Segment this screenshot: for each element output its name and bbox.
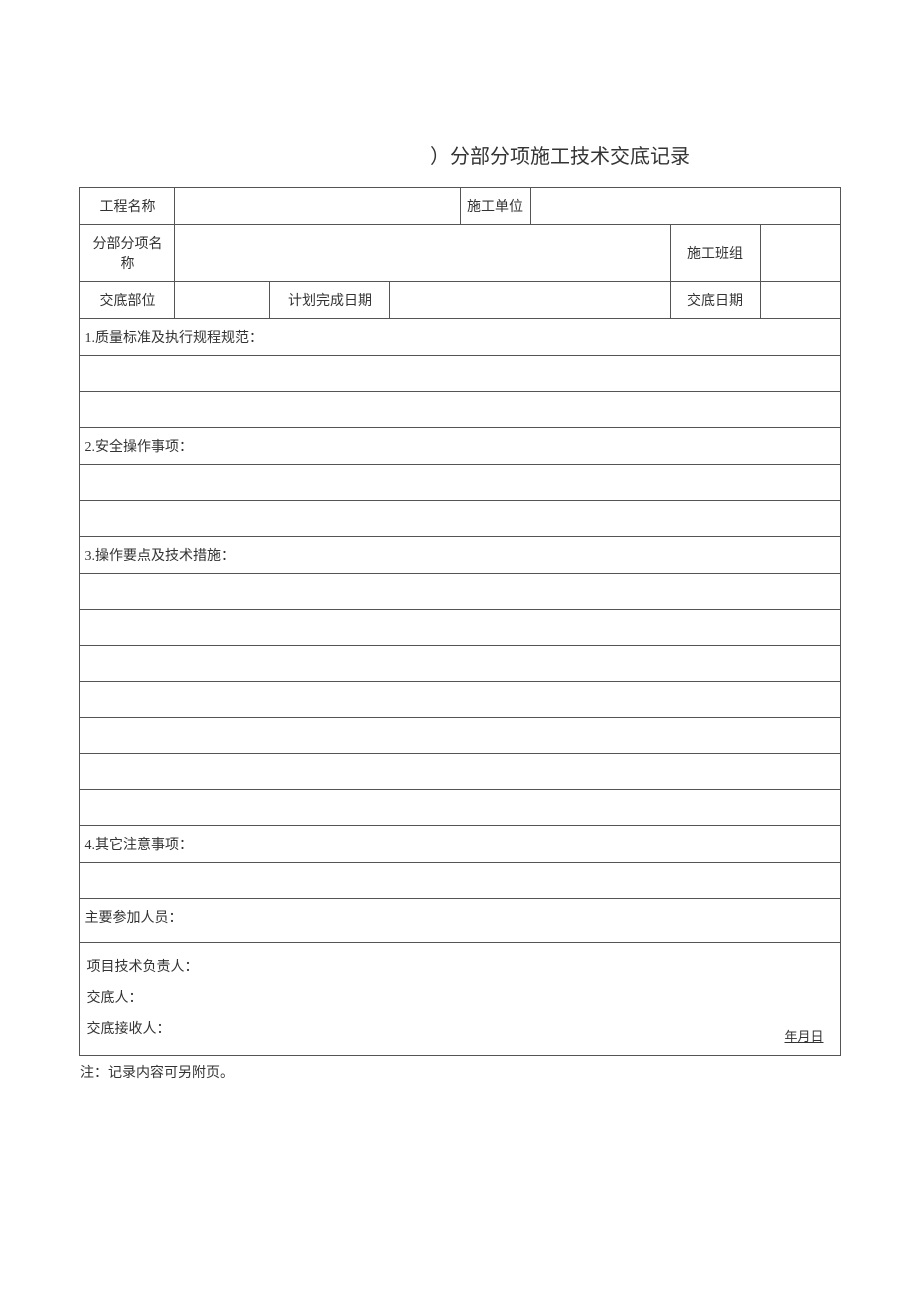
section-3-row: [80, 718, 840, 754]
value-construction-unit: [530, 188, 840, 225]
form-table: 工程名称 施工单位 分部分项名称 施工班组 交底部位 计划完成日期 交底日期 1…: [79, 187, 840, 1056]
label-project-name: 工程名称: [80, 188, 175, 225]
section-2-row: [80, 465, 840, 501]
tech-lead-label: 项目技术负责人：: [86, 953, 835, 984]
label-planned-date: 计划完成日期: [270, 282, 390, 319]
label-disclosure-part: 交底部位: [80, 282, 175, 319]
section-2-row: [80, 501, 840, 537]
section-3-row: [80, 610, 840, 646]
section-3-row: [80, 646, 840, 682]
section-4-row: [80, 863, 840, 899]
header-row-3: 交底部位 计划完成日期 交底日期: [80, 282, 840, 319]
section-1-row: [80, 356, 840, 392]
label-subitem-name: 分部分项名称: [80, 225, 175, 282]
footnote: 注：记录内容可另附页。: [80, 1062, 840, 1082]
participants-heading: 主要参加人员：: [80, 899, 840, 943]
receiver-label: 交底接收人：: [86, 1015, 835, 1046]
label-construction-unit: 施工单位: [460, 188, 530, 225]
value-disclosure-part: [175, 282, 270, 319]
section-4-heading: 4.其它注意事项：: [80, 826, 840, 863]
signature-date: 年月日: [785, 1023, 824, 1052]
section-3-heading: 3.操作要点及技术措施：: [80, 537, 840, 574]
header-row-2: 分部分项名称 施工班组: [80, 225, 840, 282]
section-3-row: [80, 754, 840, 790]
section-1-row: [80, 392, 840, 428]
value-project-name: [175, 188, 460, 225]
signature-block: 项目技术负责人： 交底人： 交底接收人： 年月日: [80, 943, 840, 1056]
value-disclosure-date: [760, 282, 840, 319]
header-row-1: 工程名称 施工单位: [80, 188, 840, 225]
value-planned-date: [390, 282, 670, 319]
section-1-heading: 1.质量标准及执行规程规范：: [80, 319, 840, 356]
section-2-heading: 2.安全操作事项：: [80, 428, 840, 465]
value-team: [760, 225, 840, 282]
section-3-row: [80, 574, 840, 610]
document-title: ）分部分项施工技术交底记录: [60, 140, 860, 169]
section-3-row: [80, 790, 840, 826]
label-disclosure-date: 交底日期: [670, 282, 760, 319]
presenter-label: 交底人：: [86, 984, 835, 1015]
section-3-row: [80, 682, 840, 718]
label-team: 施工班组: [670, 225, 760, 282]
value-subitem-name: [175, 225, 670, 282]
